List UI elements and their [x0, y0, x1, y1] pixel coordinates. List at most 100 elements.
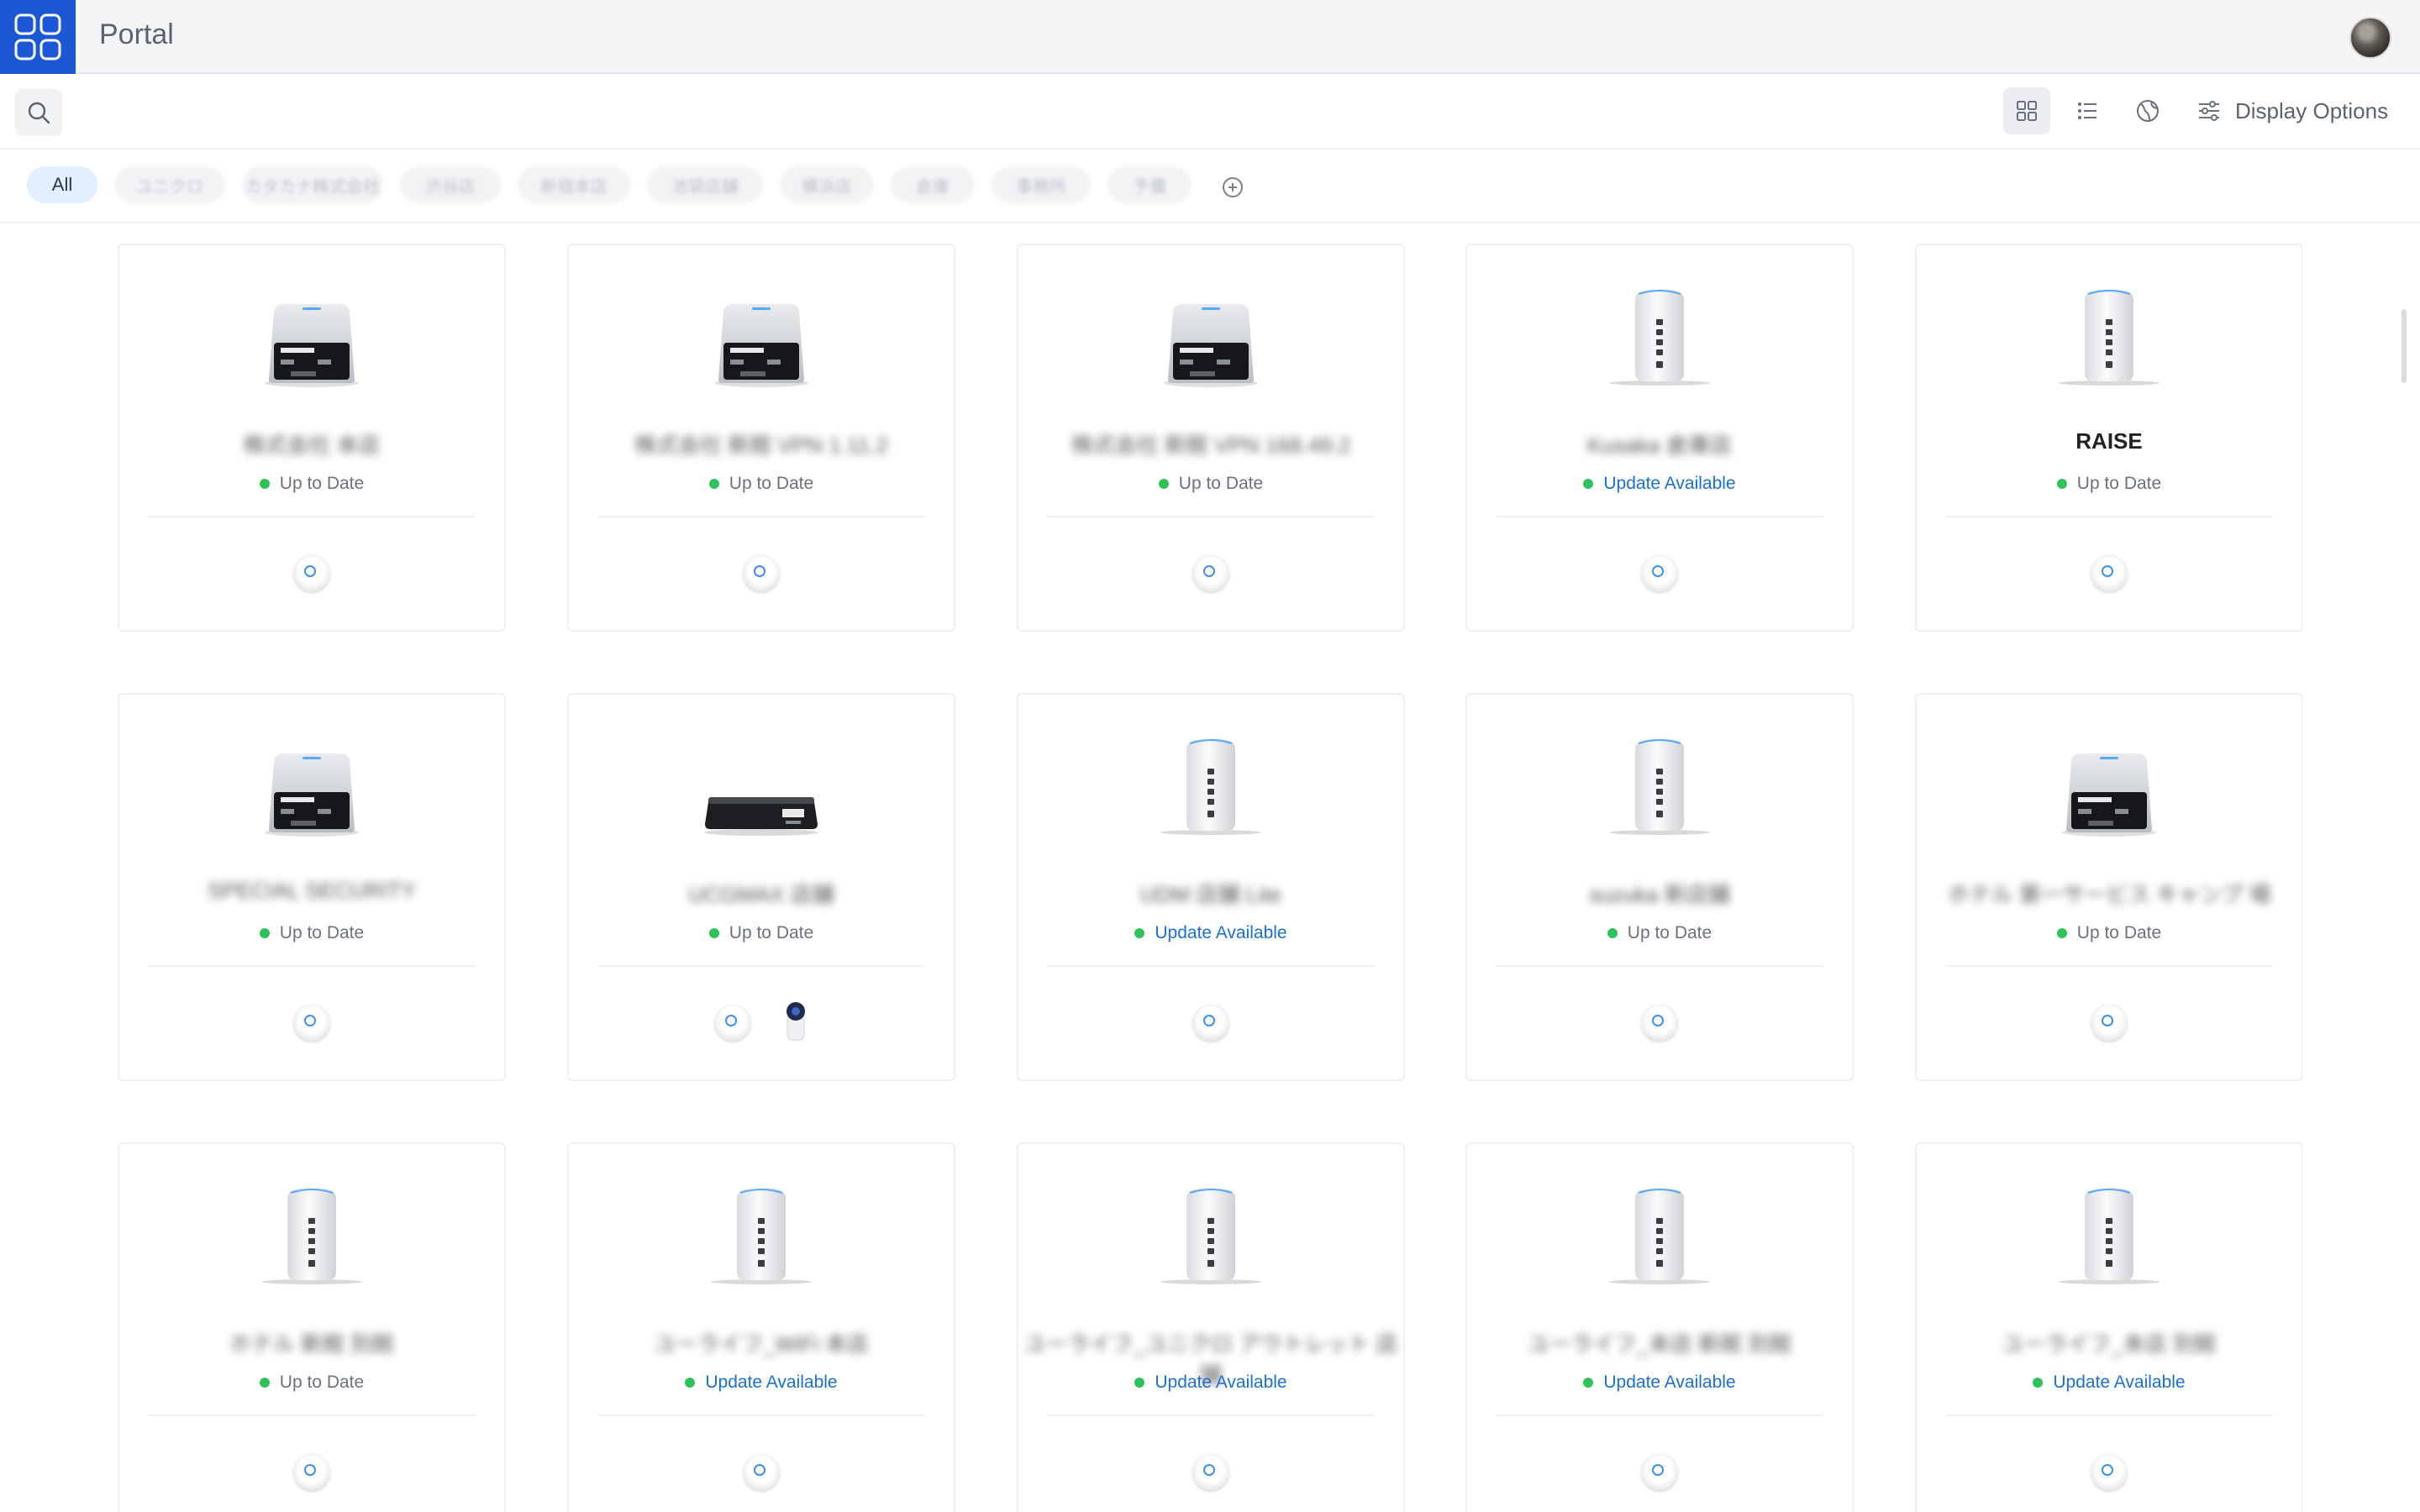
filter-chip[interactable]: ユニクロ: [114, 166, 225, 203]
card-divider: [1496, 516, 1823, 517]
site-device-image: [1467, 720, 1852, 837]
status-dot-icon: [1158, 479, 1169, 489]
site-card[interactable]: suzuka 新店舗 Up to Date: [1465, 693, 1854, 1081]
filter-chip[interactable]: 予備: [1107, 166, 1192, 203]
filter-chip[interactable]: 渋谷店: [400, 166, 501, 203]
site-card[interactable]: 株式会社 本店 Up to Date: [118, 244, 506, 632]
status-badge: Up to Date: [1917, 474, 2302, 494]
status-dot-icon: [685, 1378, 696, 1388]
site-client-devices: [1467, 1446, 1852, 1497]
update-available-link[interactable]: Update Available: [1467, 474, 1852, 494]
status-badge: Up to Date: [569, 474, 954, 494]
site-client-devices: [1467, 997, 1852, 1047]
status-label: Up to Date: [2076, 923, 2162, 942]
site-card[interactable]: ホテル 第一サービス キャンプ 場 Up to Date: [1915, 693, 2302, 1081]
status-label: Update Available: [1155, 1373, 1287, 1392]
status-dot-icon: [259, 479, 270, 489]
site-card[interactable]: ユーライフ_本店 新館 別館 Update Available: [1465, 1142, 1854, 1512]
vertical-scrollbar[interactable]: [2402, 309, 2407, 383]
filter-chip[interactable]: 池袋店舗: [647, 166, 763, 203]
filter-chip[interactable]: 横浜店: [780, 166, 874, 203]
app-switcher-button[interactable]: [0, 0, 76, 74]
grid-view-button[interactable]: [2003, 87, 2050, 134]
site-name: 株式会社 新館 VPN 1.11.2: [634, 433, 888, 458]
site-card[interactable]: 株式会社 新館 VPN 1.11.2 Up to Date: [567, 244, 955, 632]
status-badge: Up to Date: [1467, 923, 1852, 943]
site-client-devices: [1018, 548, 1403, 598]
camera-icon: [786, 1001, 805, 1040]
card-divider: [1945, 1415, 2273, 1416]
site-device-image: [1018, 720, 1403, 837]
card-divider: [1945, 516, 2273, 517]
tower-device-icon: [2059, 289, 2160, 386]
sliders-icon: [2199, 101, 2219, 121]
status-badge: Up to Date: [119, 1373, 504, 1393]
status-badge: Up to Date: [1018, 474, 1403, 494]
update-available-link[interactable]: Update Available: [1018, 923, 1403, 943]
site-card[interactable]: RAISE Up to Date: [1915, 244, 2302, 632]
access-point-icon: [743, 1453, 780, 1490]
update-available-link[interactable]: Update Available: [1018, 1373, 1403, 1393]
access-point-icon: [2091, 1004, 2128, 1041]
site-name: UCGMAX 店舗: [688, 882, 834, 907]
filter-chip[interactable]: 事務所: [992, 166, 1091, 203]
site-device-image: [1467, 1169, 1852, 1287]
card-divider: [1945, 965, 2273, 967]
site-card[interactable]: ホテル 新館 別館 Up to Date: [118, 1142, 506, 1512]
access-point-icon: [1641, 1004, 1678, 1041]
access-point-icon: [714, 1004, 751, 1041]
user-avatar[interactable]: [2349, 17, 2391, 59]
site-card[interactable]: ユーライフ_WiFi 本店 Update Available: [567, 1142, 955, 1512]
card-divider: [148, 516, 476, 517]
status-dot-icon: [259, 928, 270, 938]
site-name: UDM 店舗 Lite: [1140, 882, 1281, 907]
card-divider: [597, 1415, 925, 1416]
add-filter-icon[interactable]: [1220, 175, 1245, 200]
status-label: Update Available: [705, 1373, 838, 1392]
status-label: Up to Date: [279, 1373, 365, 1392]
filter-chip[interactable]: カタカナ株式会社: [242, 166, 383, 203]
tower-device-icon: [261, 1188, 362, 1284]
app-grid-icon: [14, 13, 61, 60]
status-dot-icon: [1583, 479, 1594, 489]
site-card[interactable]: UCGMAX 店舗 Up to Date: [567, 693, 955, 1081]
filter-chip[interactable]: 新宿本店: [518, 166, 630, 203]
card-divider: [597, 965, 925, 967]
access-point-icon: [2091, 1453, 2128, 1490]
tower-device-icon: [711, 1188, 812, 1284]
list-view-icon: [2078, 102, 2096, 119]
site-card[interactable]: SPECIAL SECURITY Up to Date: [118, 693, 506, 1081]
display-options-button[interactable]: Display Options: [2196, 87, 2388, 134]
tower-device-icon: [2059, 1188, 2160, 1284]
status-label: Up to Date: [279, 474, 365, 493]
toolbar: Display Options: [0, 74, 2420, 150]
card-divider: [148, 1415, 476, 1416]
site-card[interactable]: Kusaka 倉庫店 Update Available: [1465, 244, 1854, 632]
status-label: Up to Date: [279, 923, 365, 942]
console-device-icon: [714, 304, 808, 387]
card-divider: [1047, 516, 1375, 517]
update-available-link[interactable]: Update Available: [1467, 1373, 1852, 1393]
site-name: ユーライフ_WiFi 本店: [654, 1331, 869, 1357]
update-available-link[interactable]: Update Available: [1917, 1373, 2302, 1393]
site-device-image: [119, 720, 504, 837]
site-card[interactable]: UDM 店舗 Lite Update Available: [1017, 693, 1405, 1081]
site-card[interactable]: 株式会社 新館 VPN 168.49.2 Up to Date: [1017, 244, 1405, 632]
site-device-image: [1018, 1169, 1403, 1287]
list-view-button[interactable]: [2064, 87, 2111, 134]
status-label: Update Available: [2053, 1373, 2186, 1392]
access-point-icon: [293, 1004, 330, 1041]
map-view-button[interactable]: [2124, 87, 2171, 134]
gateway-device-icon: [704, 797, 818, 836]
filter-chip-all[interactable]: All: [27, 166, 97, 203]
display-options-label: Display Options: [2235, 97, 2389, 123]
site-client-devices: [119, 548, 504, 598]
update-available-link[interactable]: Update Available: [569, 1373, 954, 1393]
status-label: Update Available: [1603, 1373, 1736, 1392]
site-card[interactable]: ユーライフ_ユニクロ アウトレット 店舗 Update Available: [1017, 1142, 1405, 1512]
search-button[interactable]: [15, 89, 62, 136]
filter-chip[interactable]: 倉庫: [891, 166, 975, 203]
site-name: ユーライフ_本店 新館 別館: [1527, 1331, 1792, 1357]
site-client-devices: [119, 1446, 504, 1497]
site-card[interactable]: ユーライフ_本店 別館 Update Available: [1915, 1142, 2302, 1512]
